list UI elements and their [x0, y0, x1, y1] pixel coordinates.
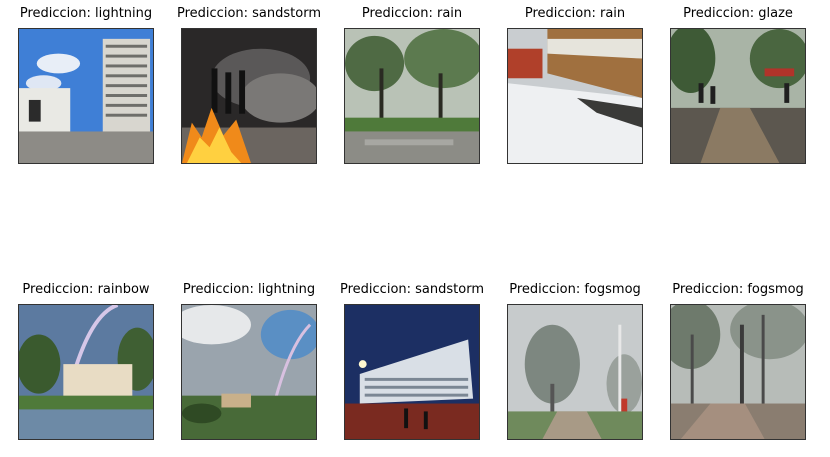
thumbnail-image: [18, 28, 154, 164]
thumbnail-image: [507, 304, 643, 440]
thumbnail-image: [344, 304, 480, 440]
panel-title: Prediccion: sandstorm: [340, 282, 484, 297]
thumbnail-image: [670, 28, 806, 164]
panel-title: Prediccion: sandstorm: [177, 6, 321, 21]
panel-title: Prediccion: glaze: [683, 6, 793, 21]
panel-title: Prediccion: rain: [361, 6, 463, 21]
panel-title: Prediccion: rain: [524, 6, 626, 21]
panel-title: Prediccion: fogsmog: [672, 282, 804, 297]
panel-title: Prediccion: lightning: [19, 6, 153, 21]
thumbnail-image: [344, 28, 480, 164]
thumbnail-image: [507, 28, 643, 164]
panel-title: Prediccion: rainbow: [22, 282, 150, 297]
panel-title: Prediccion: fogsmog: [509, 282, 641, 297]
thumbnail-image: [670, 304, 806, 440]
thumbnail-image: [18, 304, 154, 440]
thumbnail-image: [181, 304, 317, 440]
panel-title: Prediccion: lightning: [182, 282, 316, 297]
thumbnail-image: [181, 28, 317, 164]
